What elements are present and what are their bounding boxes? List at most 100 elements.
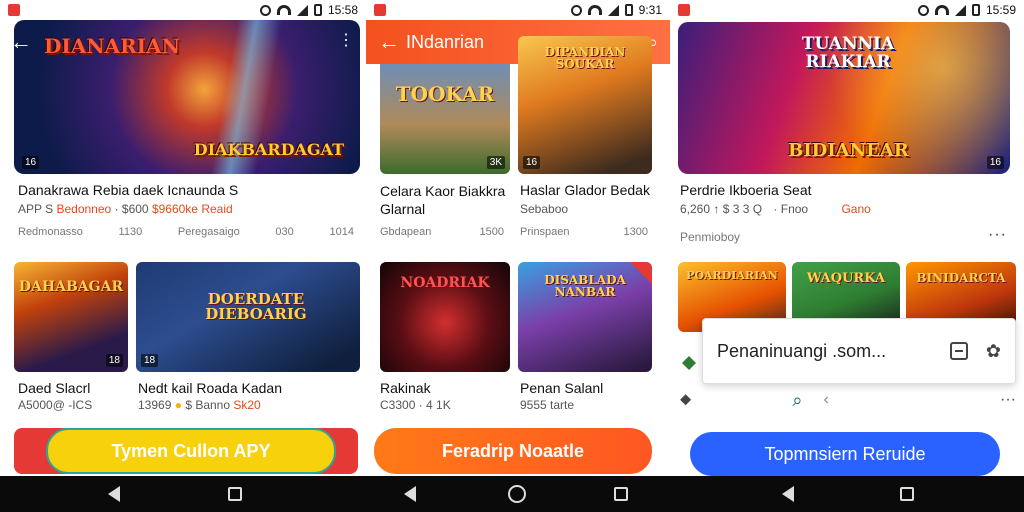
screenshot: 15:58 DIANARIAN DIAKBARDAGAT 16 ← ⋮ Dana… [0, 0, 1024, 512]
game-tile[interactable]: DOERDATE DIEBOARIG 18 [136, 262, 360, 372]
hero-badge: 16 [22, 156, 40, 169]
back-nav-icon[interactable] [108, 486, 120, 502]
tile-logo: POARDIARIAN [686, 269, 778, 282]
game-title[interactable]: Haslar Glador Bedak [520, 182, 650, 198]
share-icon[interactable]: ⬥ [680, 391, 691, 409]
battery-icon [624, 4, 633, 16]
game-sub-row: Redmonasso 1130 Peregasaigo 030 1014 [18, 226, 354, 238]
developer-label: Bedonneo [56, 202, 112, 216]
back-nav-icon[interactable] [404, 486, 416, 502]
tile-logo: WAQURKA [806, 271, 886, 286]
url-text: Penaninuangi .som... [717, 340, 887, 361]
back-nav-icon[interactable] [782, 486, 794, 502]
game-tile[interactable]: DISABLADA NANBAR [518, 262, 652, 372]
game-tile[interactable]: DIPANDIAN SOUKAR 16 [518, 36, 652, 174]
game-tile[interactable]: TOOKAR 3K [380, 64, 510, 174]
browser-icon [682, 356, 696, 370]
tile-badge: 18 [105, 354, 123, 367]
price-label: $ Banno [185, 398, 231, 412]
sub-right: Peregasaigo [177, 226, 240, 238]
wifi-icon [276, 5, 291, 15]
sub-mid: 1130 [118, 226, 143, 238]
game-title[interactable]: Perdrie Ikboeria Seat [680, 182, 812, 198]
sub-left: Redmonasso [18, 226, 83, 238]
install-button[interactable]: Tymen Cullon APY [46, 428, 336, 474]
more-options-icon[interactable]: ··· [1000, 391, 1016, 409]
sub-left: Gbdapean [380, 226, 432, 238]
game-meta: 9555 tarte [520, 398, 575, 412]
game-meta: C3300 · 4 1K [380, 398, 451, 412]
status-bar: 15:59 [670, 0, 1024, 20]
promo-label: $9660ke Reaid [151, 202, 233, 216]
hero-title: TUANNIA RIAKIAR [801, 34, 895, 72]
game-meta: A5000@ -ICS [18, 398, 93, 412]
game-title[interactable]: Penan Salanl [520, 380, 603, 396]
downloads-label: 13969 [138, 398, 172, 412]
tile-logo: DAHABAGAR [18, 279, 124, 295]
system-nav-bar [0, 476, 1024, 512]
promo-label: Sk20 [233, 398, 261, 412]
do-not-disturb-icon [570, 4, 582, 16]
hero-banner[interactable]: TUANNIA RIAKIAR BIDIANEAR 16 [678, 22, 1010, 174]
game-title[interactable]: Rakinak [380, 380, 431, 396]
back-arrow-icon[interactable]: ← [10, 29, 38, 55]
sub-num: 1300 [623, 226, 648, 238]
sub-num: 030 [275, 226, 294, 238]
back-arrow-icon[interactable]: ← [378, 29, 406, 55]
minimize-icon[interactable] [949, 342, 968, 360]
game-meta: APP S Bedonneo · $600 $9660ke Reaid [18, 202, 233, 216]
game-title[interactable]: Nedt kail Roada Kadan [138, 380, 282, 396]
settings-icon[interactable]: ✿ [986, 341, 1001, 362]
section-label: Penmioboy [680, 230, 741, 244]
install-label: Topmnsiern Reruide [764, 443, 926, 464]
tile-logo: TOOKAR [395, 82, 495, 106]
tile-badge: 3K [486, 156, 505, 169]
game-sub-row: Prinspaen 1300 [520, 226, 648, 238]
price-label: · $600 [114, 202, 149, 216]
game-title[interactable]: Daed Slacrl [18, 380, 90, 396]
sub-left: Prinspaen [520, 226, 570, 238]
sub-num: 1500 [479, 226, 504, 238]
recents-nav-icon[interactable] [614, 487, 628, 501]
tile-badge: 18 [141, 354, 159, 367]
tile-logo: NOADRIAK [400, 275, 490, 291]
battery-icon [971, 4, 980, 16]
open-label: Feradrip Noaatle [441, 440, 585, 461]
wifi-icon [934, 5, 949, 15]
chevron-left-icon[interactable]: ‹ [824, 391, 829, 409]
hero-badge: 16 [986, 156, 1004, 169]
open-button[interactable]: Feradrip Noaatle [374, 428, 652, 474]
phone-screen-right: 15:59 TUANNIA RIAKIAR BIDIANEAR 16 Perdr… [670, 0, 1024, 476]
rating-label: 6,260 ↑ $ 3 3 Q [680, 202, 763, 216]
wifi-icon [587, 5, 602, 15]
game-meta: Sebaboo [520, 202, 569, 216]
tile-logo: DIPANDIAN SOUKAR [544, 45, 626, 71]
more-options-icon[interactable]: ··· [988, 226, 1007, 244]
clock: 15:58 [327, 3, 358, 17]
search-icon[interactable]: ⌕ [792, 390, 802, 411]
tile-logo: DOERDATE DIEBOARIG [205, 290, 307, 323]
status-bar: 9:31 [366, 0, 670, 20]
recents-nav-icon[interactable] [900, 487, 914, 501]
battery-icon [313, 4, 322, 16]
install-button[interactable]: Topmnsiern Reruide [690, 432, 1000, 476]
install-label: Tymen Cullon APY [111, 440, 271, 461]
home-nav-icon[interactable] [508, 485, 526, 503]
clock: 15:59 [985, 3, 1016, 17]
do-not-disturb-icon [917, 4, 929, 16]
phone-screen-left: 15:58 DIANARIAN DIAKBARDAGAT 16 ← ⋮ Dana… [0, 0, 366, 476]
game-title[interactable]: Danakrawa Rebia daek Icnaunda S [18, 182, 238, 198]
recents-nav-icon[interactable] [228, 487, 242, 501]
signal-icon [296, 4, 308, 16]
game-tile[interactable]: NOADRIAK [380, 262, 510, 372]
tile-badge: 16 [523, 156, 541, 169]
coin-icon: ● [174, 398, 182, 412]
app-notification-icon [8, 4, 20, 16]
signal-icon [607, 4, 619, 16]
game-tile[interactable]: DAHABAGAR 18 [14, 262, 128, 372]
do-not-disturb-icon [259, 4, 271, 16]
signal-icon [954, 4, 966, 16]
url-popup[interactable]: Penaninuangi .som... ✿ [702, 318, 1016, 384]
game-title-block[interactable]: Celara Kaor Biakkra Glarnal [380, 182, 505, 218]
more-options-icon[interactable]: ⋮ [338, 30, 355, 50]
